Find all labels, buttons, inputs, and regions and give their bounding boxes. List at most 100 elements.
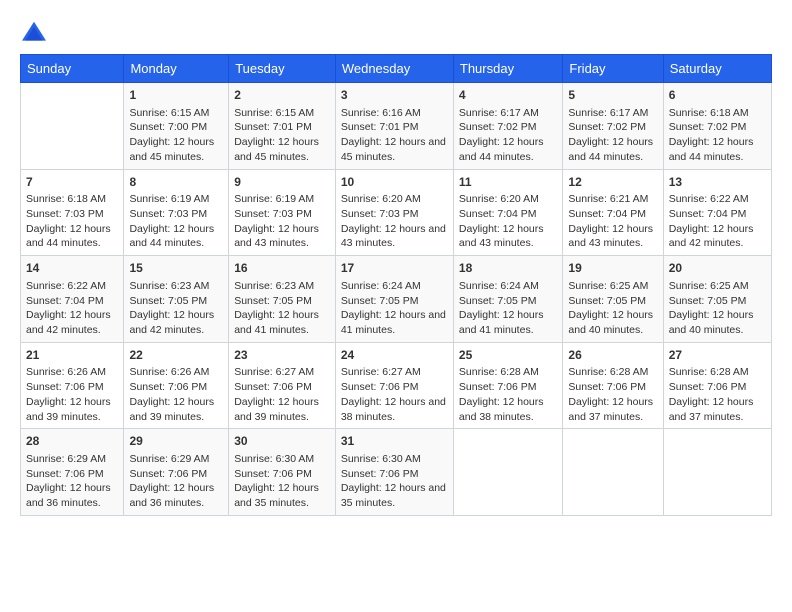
- daylight-hours: Daylight: 12 hours and 38 minutes.: [341, 395, 448, 424]
- calendar-cell: 24Sunrise: 6:27 AMSunset: 7:06 PMDayligh…: [335, 342, 453, 429]
- daylight-hours: Daylight: 12 hours and 44 minutes.: [459, 135, 558, 164]
- day-number: 24: [341, 347, 448, 364]
- sunset-time: Sunset: 7:06 PM: [26, 467, 118, 482]
- calendar-cell: 3Sunrise: 6:16 AMSunset: 7:01 PMDaylight…: [335, 83, 453, 170]
- calendar-cell: 10Sunrise: 6:20 AMSunset: 7:03 PMDayligh…: [335, 169, 453, 256]
- sunrise-time: Sunrise: 6:18 AM: [669, 106, 766, 121]
- sunset-time: Sunset: 7:06 PM: [341, 380, 448, 395]
- sunset-time: Sunset: 7:02 PM: [568, 120, 657, 135]
- daylight-hours: Daylight: 12 hours and 40 minutes.: [568, 308, 657, 337]
- sunset-time: Sunset: 7:05 PM: [459, 294, 558, 309]
- calendar-cell: 19 Sunrise: 6:25 AMSunset: 7:05 PMDayligh…: [563, 256, 663, 343]
- sunrise-time: Sunrise: 6:21 AM: [568, 192, 657, 207]
- daylight-hours: Daylight: 12 hours and 37 minutes.: [669, 395, 766, 424]
- sunset-time: Sunset: 7:03 PM: [234, 207, 330, 222]
- sunrise-time: Sunrise: 6:16 AM: [341, 106, 448, 121]
- calendar-cell: 27Sunrise: 6:28 AMSunset: 7:06 PMDayligh…: [663, 342, 771, 429]
- calendar-cell: 31Sunrise: 6:30 AMSunset: 7:06 PMDayligh…: [335, 429, 453, 516]
- logo-icon: [20, 20, 48, 44]
- day-header-wednesday: Wednesday: [335, 55, 453, 83]
- day-number: 2: [234, 87, 330, 104]
- day-number: 21: [26, 347, 118, 364]
- calendar-week-row: 21Sunrise: 6:26 AMSunset: 7:06 PMDayligh…: [21, 342, 772, 429]
- sunset-time: Sunset: 7:03 PM: [129, 207, 223, 222]
- day-header-saturday: Saturday: [663, 55, 771, 83]
- daylight-hours: Daylight: 12 hours and 40 minutes.: [669, 308, 766, 337]
- daylight-hours: Daylight: 12 hours and 41 minutes.: [234, 308, 330, 337]
- sunrise-time: Sunrise: 6:28 AM: [459, 365, 558, 380]
- sunset-time: Sunset: 7:05 PM: [234, 294, 330, 309]
- sunrise-time: Sunrise: 6:20 AM: [341, 192, 448, 207]
- logo: [20, 20, 52, 44]
- day-number: 28: [26, 433, 118, 450]
- calendar-cell: 15Sunrise: 6:23 AMSunset: 7:05 PMDayligh…: [124, 256, 229, 343]
- sunrise-time: Sunrise: 6:28 AM: [669, 365, 766, 380]
- sunset-time: Sunset: 7:06 PM: [234, 380, 330, 395]
- sunrise-time: Sunrise: 6:26 AM: [129, 365, 223, 380]
- sunset-time: Sunset: 7:06 PM: [234, 467, 330, 482]
- calendar-header-row: SundayMondayTuesdayWednesdayThursdayFrid…: [21, 55, 772, 83]
- sunset-time: Sunset: 7:00 PM: [129, 120, 223, 135]
- day-number: 10: [341, 174, 448, 191]
- day-number: 19: [568, 260, 657, 277]
- calendar-week-row: 7Sunrise: 6:18 AMSunset: 7:03 PMDaylight…: [21, 169, 772, 256]
- sunrise-time: Sunrise: 6:15 AM: [129, 106, 223, 121]
- sunrise-time: Sunrise: 6:22 AM: [26, 279, 118, 294]
- day-number: 9: [234, 174, 330, 191]
- daylight-hours: Daylight: 12 hours and 39 minutes.: [234, 395, 330, 424]
- day-number: 3: [341, 87, 448, 104]
- day-number: 13: [669, 174, 766, 191]
- sunrise-time: Sunrise: 6:28 AM: [568, 365, 657, 380]
- sunset-time: Sunset: 7:03 PM: [341, 207, 448, 222]
- day-header-friday: Friday: [563, 55, 663, 83]
- daylight-hours: Daylight: 12 hours and 45 minutes.: [129, 135, 223, 164]
- day-number: 8: [129, 174, 223, 191]
- daylight-hours: Daylight: 12 hours and 42 minutes.: [26, 308, 118, 337]
- sunset-time: Sunset: 7:05 PM: [341, 294, 448, 309]
- sunrise-time: Sunrise: 6:30 AM: [234, 452, 330, 467]
- calendar-cell: 8Sunrise: 6:19 AMSunset: 7:03 PMDaylight…: [124, 169, 229, 256]
- calendar-cell: 23Sunrise: 6:27 AMSunset: 7:06 PMDayligh…: [229, 342, 336, 429]
- daylight-hours: Daylight: 12 hours and 44 minutes.: [26, 222, 118, 251]
- sunrise-time: Sunrise: 6:15 AM: [234, 106, 330, 121]
- sunset-time: Sunset: 7:02 PM: [459, 120, 558, 135]
- day-number: 29: [129, 433, 223, 450]
- page-header: [20, 20, 772, 44]
- calendar-cell: 1 Sunrise: 6:15 AMSunset: 7:00 PMDaylight…: [124, 83, 229, 170]
- calendar-cell: 30Sunrise: 6:30 AMSunset: 7:06 PMDayligh…: [229, 429, 336, 516]
- daylight-hours: Daylight: 12 hours and 42 minutes.: [129, 308, 223, 337]
- sunset-time: Sunset: 7:06 PM: [459, 380, 558, 395]
- day-number: 31: [341, 433, 448, 450]
- sunrise-time: Sunrise: 6:30 AM: [341, 452, 448, 467]
- sunset-time: Sunset: 7:06 PM: [669, 380, 766, 395]
- calendar-cell: [563, 429, 663, 516]
- sunrise-time: Sunrise: 6:18 AM: [26, 192, 118, 207]
- sunset-time: Sunset: 7:05 PM: [129, 294, 223, 309]
- day-header-monday: Monday: [124, 55, 229, 83]
- sunrise-time: Sunrise: 6:25 AM: [568, 279, 657, 294]
- daylight-hours: Daylight: 12 hours and 44 minutes.: [669, 135, 766, 164]
- daylight-hours: Daylight: 12 hours and 39 minutes.: [26, 395, 118, 424]
- calendar-cell: 2Sunrise: 6:15 AMSunset: 7:01 PMDaylight…: [229, 83, 336, 170]
- day-number: 18: [459, 260, 558, 277]
- day-number: 20: [669, 260, 766, 277]
- sunset-time: Sunset: 7:03 PM: [26, 207, 118, 222]
- calendar-cell: 13Sunrise: 6:22 AMSunset: 7:04 PMDayligh…: [663, 169, 771, 256]
- day-header-thursday: Thursday: [453, 55, 563, 83]
- daylight-hours: Daylight: 12 hours and 35 minutes.: [341, 481, 448, 510]
- daylight-hours: Daylight: 12 hours and 45 minutes.: [341, 135, 448, 164]
- sunrise-time: Sunrise: 6:27 AM: [234, 365, 330, 380]
- day-number: 27: [669, 347, 766, 364]
- sunset-time: Sunset: 7:05 PM: [669, 294, 766, 309]
- calendar-cell: 6Sunrise: 6:18 AMSunset: 7:02 PMDaylight…: [663, 83, 771, 170]
- daylight-hours: Daylight: 12 hours and 43 minutes.: [234, 222, 330, 251]
- day-number: 1: [129, 87, 223, 104]
- day-number: 22: [129, 347, 223, 364]
- sunset-time: Sunset: 7:05 PM: [568, 294, 657, 309]
- calendar-table: SundayMondayTuesdayWednesdayThursdayFrid…: [20, 54, 772, 516]
- day-number: 4: [459, 87, 558, 104]
- sunrise-time: Sunrise: 6:25 AM: [669, 279, 766, 294]
- calendar-cell: 4Sunrise: 6:17 AMSunset: 7:02 PMDaylight…: [453, 83, 563, 170]
- sunset-time: Sunset: 7:04 PM: [459, 207, 558, 222]
- sunset-time: Sunset: 7:06 PM: [26, 380, 118, 395]
